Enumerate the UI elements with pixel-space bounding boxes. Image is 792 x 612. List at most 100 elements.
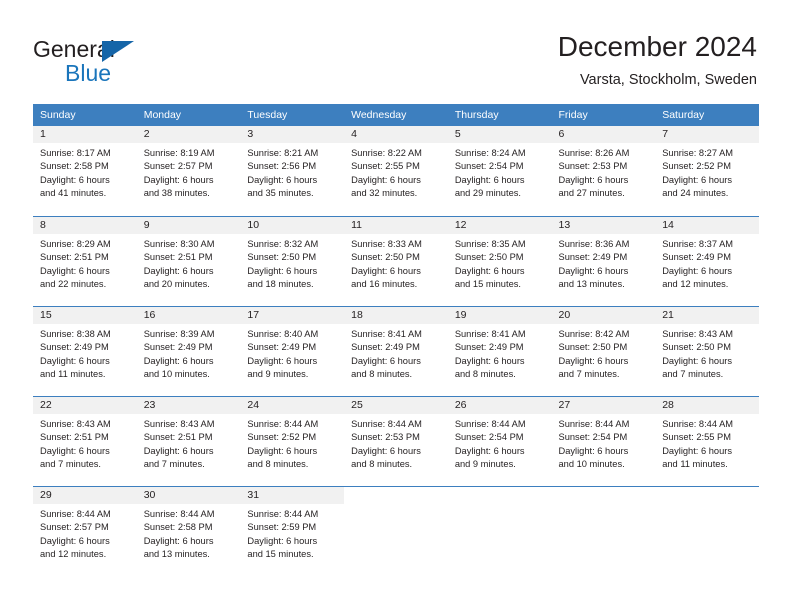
calendar-body: 1 Sunrise: 8:17 AM Sunset: 2:58 PM Daylight… [33, 126, 759, 576]
calendar-day-cell[interactable]: 19 Sunrise: 8:41 AM Sunset: 2:49 PM Dayligh… [447, 306, 552, 396]
sunset-text: Sunset: 2:50 PM [247, 252, 317, 263]
calendar-day-cell[interactable]: 8 Sunrise: 8:29 AM Sunset: 2:51 PM Daylight… [33, 216, 137, 306]
sunrise-text: Sunrise: 8:41 AM [351, 329, 422, 339]
daylight-text-line1: Daylight: 6 hours [351, 265, 421, 276]
daylight-text-line2: and 20 minutes. [143, 279, 210, 290]
daylight-text-line1: Daylight: 6 hours [40, 535, 110, 546]
calendar-day-cell[interactable]: 18 Sunrise: 8:41 AM Sunset: 2:49 PM Dayligh… [344, 306, 448, 396]
calendar-header-row: Sunday Monday Tuesday Wednesday Thursday… [33, 104, 759, 126]
day-number: 29 [40, 489, 52, 501]
calendar-day-cell[interactable]: 9 Sunrise: 8:30 AM Sunset: 2:51 PM Daylight… [136, 216, 241, 306]
sunset-text: Sunset: 2:54 PM [454, 161, 524, 172]
calendar-day-cell[interactable] [344, 486, 448, 576]
calendar-day-cell[interactable]: 29 Sunrise: 8:44 AM Sunset: 2:57 PM Dayligh… [33, 486, 137, 576]
calendar-day-cell[interactable] [447, 486, 552, 576]
calendar-day-cell[interactable]: 26 Sunrise: 8:44 AM Sunset: 2:54 PM Dayligh… [447, 396, 552, 486]
sunrise-text: Sunrise: 8:19 AM [143, 148, 215, 158]
sunrise-text: Sunrise: 8:36 AM [558, 239, 630, 249]
sunset-text: Sunset: 2:50 PM [662, 342, 731, 353]
sunrise-text: Sunrise: 8:44 AM [351, 419, 422, 429]
calendar-day-cell[interactable]: 13 Sunrise: 8:36 AM Sunset: 2:49 PM Dayligh… [551, 216, 656, 306]
day-number: 16 [143, 309, 156, 321]
calendar-day-cell[interactable]: 23 Sunrise: 8:43 AM Sunset: 2:51 PM Dayligh… [136, 396, 241, 486]
day-number: 4 [351, 128, 357, 140]
day-number: 19 [454, 309, 467, 321]
calendar-day-cell[interactable]: 27 Sunrise: 8:44 AM Sunset: 2:54 PM Dayligh… [551, 396, 656, 486]
day-number: 9 [143, 219, 150, 231]
calendar-day-cell[interactable]: 31 Sunrise: 8:44 AM Sunset: 2:59 PM Dayligh… [240, 486, 345, 576]
daylight-text-line1: Daylight: 6 hours [454, 174, 525, 185]
sunset-text: Sunset: 2:52 PM [662, 161, 731, 172]
daylight-text-line2: and 10 minutes. [143, 369, 210, 380]
daylight-text-line1: Daylight: 6 hours [662, 174, 732, 185]
calendar-day-cell[interactable]: 14 Sunrise: 8:37 AM Sunset: 2:49 PM Dayligh… [655, 216, 759, 306]
sunset-text: Sunset: 2:54 PM [454, 432, 524, 443]
day-number: 27 [558, 399, 571, 411]
daylight-text-line1: Daylight: 6 hours [558, 265, 629, 276]
weekday-header-thursday: Thursday [447, 104, 552, 126]
general-blue-logo[interactable]: General Blue [33, 36, 243, 92]
sunset-text: Sunset: 2:56 PM [247, 161, 317, 172]
daylight-text-line2: and 35 minutes. [247, 188, 314, 199]
calendar-day-cell[interactable]: 10 Sunrise: 8:32 AM Sunset: 2:50 PM Dayligh… [240, 216, 345, 306]
sunrise-text: Sunrise: 8:43 AM [662, 329, 734, 339]
calendar-day-cell[interactable]: 30 Sunrise: 8:44 AM Sunset: 2:58 PM Dayligh… [136, 486, 241, 576]
sunrise-text: Sunrise: 8:44 AM [247, 509, 319, 519]
day-number: 17 [247, 309, 260, 321]
sunrise-text: Sunrise: 8:35 AM [454, 239, 526, 249]
calendar-day-cell[interactable]: 17 Sunrise: 8:40 AM Sunset: 2:49 PM Dayligh… [240, 306, 345, 396]
calendar-day-cell[interactable]: 1 Sunrise: 8:17 AM Sunset: 2:58 PM Daylight… [33, 126, 137, 216]
calendar-day-cell[interactable]: 6 Sunrise: 8:26 AM Sunset: 2:53 PM Daylight… [551, 126, 656, 216]
calendar-day-cell[interactable]: 24 Sunrise: 8:44 AM Sunset: 2:52 PM Dayligh… [240, 396, 345, 486]
daylight-text-line2: and 7 minutes. [40, 459, 101, 470]
calendar-day-cell[interactable]: 4 Sunrise: 8:22 AM Sunset: 2:55 PM Daylight… [344, 126, 448, 216]
calendar-week-row: 1 Sunrise: 8:17 AM Sunset: 2:58 PM Daylight… [33, 126, 759, 216]
daylight-text-line1: Daylight: 6 hours [247, 445, 318, 456]
calendar-day-cell[interactable]: 22 Sunrise: 8:43 AM Sunset: 2:51 PM Dayligh… [33, 396, 137, 486]
day-number: 5 [454, 128, 461, 140]
calendar-day-cell[interactable]: 2 Sunrise: 8:19 AM Sunset: 2:57 PM Daylight… [136, 126, 241, 216]
daylight-text-line1: Daylight: 6 hours [143, 535, 214, 546]
daylight-text-line1: Daylight: 6 hours [454, 445, 525, 456]
daylight-text-line2: and 32 minutes. [351, 188, 418, 199]
sunrise-text: Sunrise: 8:29 AM [40, 239, 111, 249]
daylight-text-line2: and 8 minutes. [351, 369, 413, 380]
daylight-text-line2: and 8 minutes. [351, 459, 413, 470]
calendar-day-cell[interactable]: 20 Sunrise: 8:42 AM Sunset: 2:50 PM Dayligh… [551, 306, 656, 396]
daylight-text-line2: and 29 minutes. [454, 188, 521, 199]
calendar-day-cell[interactable] [551, 486, 656, 576]
calendar-day-cell[interactable]: 12 Sunrise: 8:35 AM Sunset: 2:50 PM Dayligh… [447, 216, 552, 306]
daylight-text-line1: Daylight: 6 hours [143, 355, 214, 366]
calendar-day-cell[interactable]: 3 Sunrise: 8:21 AM Sunset: 2:56 PM Daylight… [240, 126, 345, 216]
day-number: 7 [662, 128, 669, 140]
calendar-day-cell[interactable]: 11 Sunrise: 8:33 AM Sunset: 2:50 PM Dayligh… [344, 216, 448, 306]
daylight-text-line1: Daylight: 6 hours [40, 265, 110, 276]
sunset-text: Sunset: 2:53 PM [558, 161, 628, 172]
calendar-day-cell[interactable]: 16 Sunrise: 8:39 AM Sunset: 2:49 PM Dayligh… [136, 306, 241, 396]
sunrise-text: Sunrise: 8:43 AM [40, 419, 111, 429]
sunrise-text: Sunrise: 8:39 AM [143, 329, 215, 339]
day-number: 6 [558, 128, 565, 140]
daylight-text-line1: Daylight: 6 hours [247, 355, 318, 366]
calendar-day-cell[interactable]: 21 Sunrise: 8:43 AM Sunset: 2:50 PM Dayligh… [655, 306, 759, 396]
sunset-text: Sunset: 2:50 PM [454, 252, 524, 263]
calendar-day-cell[interactable]: 25 Sunrise: 8:44 AM Sunset: 2:53 PM Dayligh… [344, 396, 448, 486]
calendar-day-cell[interactable] [655, 486, 759, 576]
daylight-text-line2: and 8 minutes. [454, 369, 516, 380]
calendar-day-cell[interactable]: 15 Sunrise: 8:38 AM Sunset: 2:49 PM Dayligh… [33, 306, 137, 396]
daylight-text-line2: and 13 minutes. [558, 279, 625, 290]
sunrise-text: Sunrise: 8:44 AM [247, 419, 319, 429]
logo-text-blue: Blue [65, 60, 112, 86]
daylight-text-line2: and 7 minutes. [662, 369, 724, 380]
day-number: 11 [351, 219, 363, 231]
daylight-text-line2: and 7 minutes. [143, 459, 205, 470]
calendar-week-row: 8 Sunrise: 8:29 AM Sunset: 2:51 PM Daylight… [33, 216, 759, 306]
location-subtitle: Varsta, Stockholm, Sweden [579, 72, 757, 88]
daylight-text-line1: Daylight: 6 hours [351, 355, 421, 366]
sunset-text: Sunset: 2:53 PM [351, 432, 420, 443]
calendar-day-cell[interactable]: 5 Sunrise: 8:24 AM Sunset: 2:54 PM Daylight… [447, 126, 552, 216]
calendar-day-cell[interactable]: 28 Sunrise: 8:44 AM Sunset: 2:55 PM Dayligh… [655, 396, 759, 486]
calendar-day-cell[interactable]: 7 Sunrise: 8:27 AM Sunset: 2:52 PM Daylight… [655, 126, 759, 216]
sunset-text: Sunset: 2:59 PM [247, 522, 317, 533]
day-number: 8 [40, 219, 46, 231]
